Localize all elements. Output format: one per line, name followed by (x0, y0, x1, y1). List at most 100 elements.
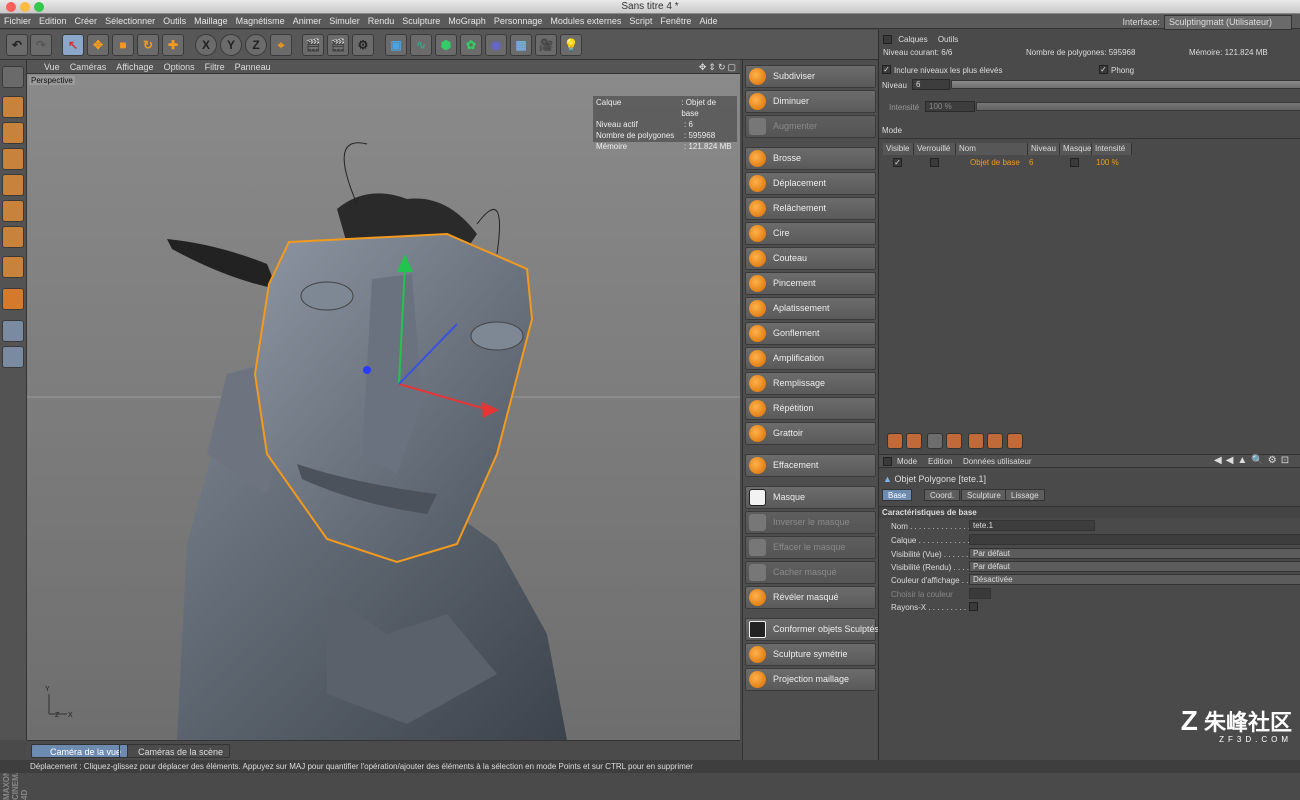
menu-animer[interactable]: Animer (289, 14, 326, 29)
paste-layer-icon[interactable] (987, 433, 1003, 449)
viewport-menu-cameras[interactable]: Caméras (65, 60, 112, 74)
model-mode-icon[interactable] (2, 96, 24, 118)
tab-coord[interactable]: Coord. (924, 489, 961, 501)
viewport-menu-panneau[interactable]: Panneau (230, 60, 276, 74)
xray-checkbox[interactable] (969, 602, 978, 611)
viewport-menu-affichage[interactable]: Affichage (111, 60, 158, 74)
color-swatch[interactable] (969, 588, 991, 599)
menu-creer[interactable]: Créer (71, 14, 102, 29)
sculpt-tool-grattoir[interactable]: Grattoir (745, 422, 876, 445)
sculpt-tool-effacer-le-masque[interactable]: Effacer le masque (745, 536, 876, 559)
menu-simuler[interactable]: Simuler (325, 14, 364, 29)
sculpt-tool-relachement[interactable]: Relâchement (745, 197, 876, 220)
menu-personnage[interactable]: Personnage (490, 14, 547, 29)
close-window-button[interactable] (6, 2, 16, 12)
merge-layer-icon[interactable] (1007, 433, 1023, 449)
menu-magnetisme[interactable]: Magnétisme (232, 14, 289, 29)
intensity-field[interactable]: 100 % (925, 101, 975, 112)
axis-mode-icon[interactable] (2, 256, 24, 278)
sculpt-tool-deplacement[interactable]: Déplacement (745, 172, 876, 195)
sculpt-tool-cacher-masque[interactable]: Cacher masqué (745, 561, 876, 584)
recent-tool-icon[interactable]: ✚ (162, 34, 184, 56)
minimize-window-button[interactable] (20, 2, 30, 12)
scale-tool-icon[interactable]: ■ (112, 34, 134, 56)
deformer-icon[interactable]: ◉ (485, 34, 507, 56)
y-axis-lock-button[interactable]: Y (220, 34, 242, 56)
visibility-render-select[interactable]: Par défaut (969, 561, 1300, 572)
render-picture-viewer-icon[interactable]: 🎬 (327, 34, 349, 56)
sculpt-tool-pincement[interactable]: Pincement (745, 272, 876, 295)
snapping-icon[interactable] (2, 288, 24, 310)
tab-scene-cameras[interactable]: Caméras de la scène (119, 744, 231, 758)
display-color-select[interactable]: Désactivée (969, 574, 1300, 585)
phong-checkbox[interactable]: ✓ (1099, 65, 1108, 74)
live-selection-icon[interactable]: ↖ (62, 34, 84, 56)
include-higher-checkbox[interactable]: ✓ (882, 65, 891, 74)
menu-fichier[interactable]: Fichier (0, 14, 35, 29)
delete-layer-icon[interactable] (927, 433, 943, 449)
sculpt-tool-projection-maillage[interactable]: Projection maillage (745, 668, 876, 691)
planar-workplane-icon[interactable] (2, 346, 24, 368)
light-icon[interactable]: 💡 (560, 34, 582, 56)
tab-calques[interactable]: Calques (898, 35, 927, 44)
attr-menu-user-data[interactable]: Données utilisateur (963, 457, 1031, 466)
sculpt-tool-sculpture-symetrie[interactable]: Sculpture symétrie (745, 643, 876, 666)
attr-menu-mode[interactable]: Mode (897, 457, 917, 466)
visibility-view-select[interactable]: Par défaut (969, 548, 1300, 559)
edges-mode-icon[interactable] (2, 200, 24, 222)
interface-selector[interactable]: Interface: Sculptingmatt (Utilisateur) (1122, 15, 1292, 30)
move-tool-icon[interactable]: ✥ (87, 34, 109, 56)
coordinate-system-icon[interactable]: ⌖ (270, 34, 292, 56)
layer-visible-checkbox[interactable]: ✓ (893, 158, 902, 167)
workplane-lock-icon[interactable] (2, 320, 24, 342)
menu-modules-externes[interactable]: Modules externes (546, 14, 625, 29)
tab-camera-view[interactable]: Caméra de la vue (31, 744, 129, 758)
menu-selectionner[interactable]: Sélectionner (101, 14, 159, 29)
level-field[interactable]: 6 (912, 79, 950, 90)
sculpt-tool-amplification[interactable]: Amplification (745, 347, 876, 370)
rotate-tool-icon[interactable]: ↻ (137, 34, 159, 56)
viewport-menu-options[interactable]: Options (159, 60, 200, 74)
layer-row[interactable]: ✓ Objet de base 6 100 % (883, 157, 1133, 169)
attr-menu-edition[interactable]: Edition (928, 457, 952, 466)
menu-sculpture[interactable]: Sculpture (398, 14, 444, 29)
layer-mask-checkbox[interactable] (1070, 158, 1079, 167)
sculpt-tool-augmenter[interactable]: Augmenter (745, 115, 876, 138)
add-layer-icon[interactable] (887, 433, 903, 449)
workplane-mode-icon[interactable] (2, 148, 24, 170)
tab-outils[interactable]: Outils (938, 35, 958, 44)
x-axis-lock-button[interactable]: X (195, 34, 217, 56)
menu-mograph[interactable]: MoGraph (444, 14, 490, 29)
sculpt-tool-gonflement[interactable]: Gonflement (745, 322, 876, 345)
sculpt-tool-brosse[interactable]: Brosse (745, 147, 876, 170)
sculpt-tool-cire[interactable]: Cire (745, 222, 876, 245)
render-settings-icon[interactable]: ⚙ (352, 34, 374, 56)
tab-sculpture[interactable]: Sculpture (961, 489, 1007, 501)
subdivision-surface-icon[interactable]: ⬢ (435, 34, 457, 56)
panel-menu-icon[interactable] (883, 35, 892, 45)
interface-value[interactable]: Sculptingmatt (Utilisateur) (1164, 15, 1292, 30)
sculpt-tool-inverser-le-masque[interactable]: Inverser le masque (745, 511, 876, 534)
sculpt-tool-subdiviser[interactable]: Subdiviser (745, 65, 876, 88)
sculpt-tool-effacement[interactable]: Effacement (745, 454, 876, 477)
undo-icon[interactable]: ↶ (6, 34, 28, 56)
menu-outils[interactable]: Outils (159, 14, 190, 29)
tab-lissage[interactable]: Lissage (1005, 489, 1045, 501)
cloner-icon[interactable]: ✿ (460, 34, 482, 56)
sculpt-tool-remplissage[interactable]: Remplissage (745, 372, 876, 395)
sculpt-tool-diminuer[interactable]: Diminuer (745, 90, 876, 113)
redo-icon[interactable]: ↷ (30, 34, 52, 56)
menu-fenetre[interactable]: Fenêtre (656, 14, 695, 29)
name-field[interactable]: tete.1 (969, 520, 1095, 531)
render-view-icon[interactable]: 🎬 (302, 34, 324, 56)
attributes-panel-icon[interactable] (883, 457, 892, 466)
viewport-menu-vue[interactable]: Vue (39, 60, 65, 74)
texture-mode-icon[interactable] (2, 122, 24, 144)
polygons-mode-icon[interactable] (2, 226, 24, 248)
points-mode-icon[interactable] (2, 174, 24, 196)
camera-icon[interactable]: 🎥 (535, 34, 557, 56)
menu-script[interactable]: Script (625, 14, 656, 29)
sculpt-tool-repetition[interactable]: Répétition (745, 397, 876, 420)
menu-edition[interactable]: Edition (35, 14, 71, 29)
sculpt-tool-conformer-objets-sculptes[interactable]: Conformer objets Sculptés (745, 618, 879, 641)
